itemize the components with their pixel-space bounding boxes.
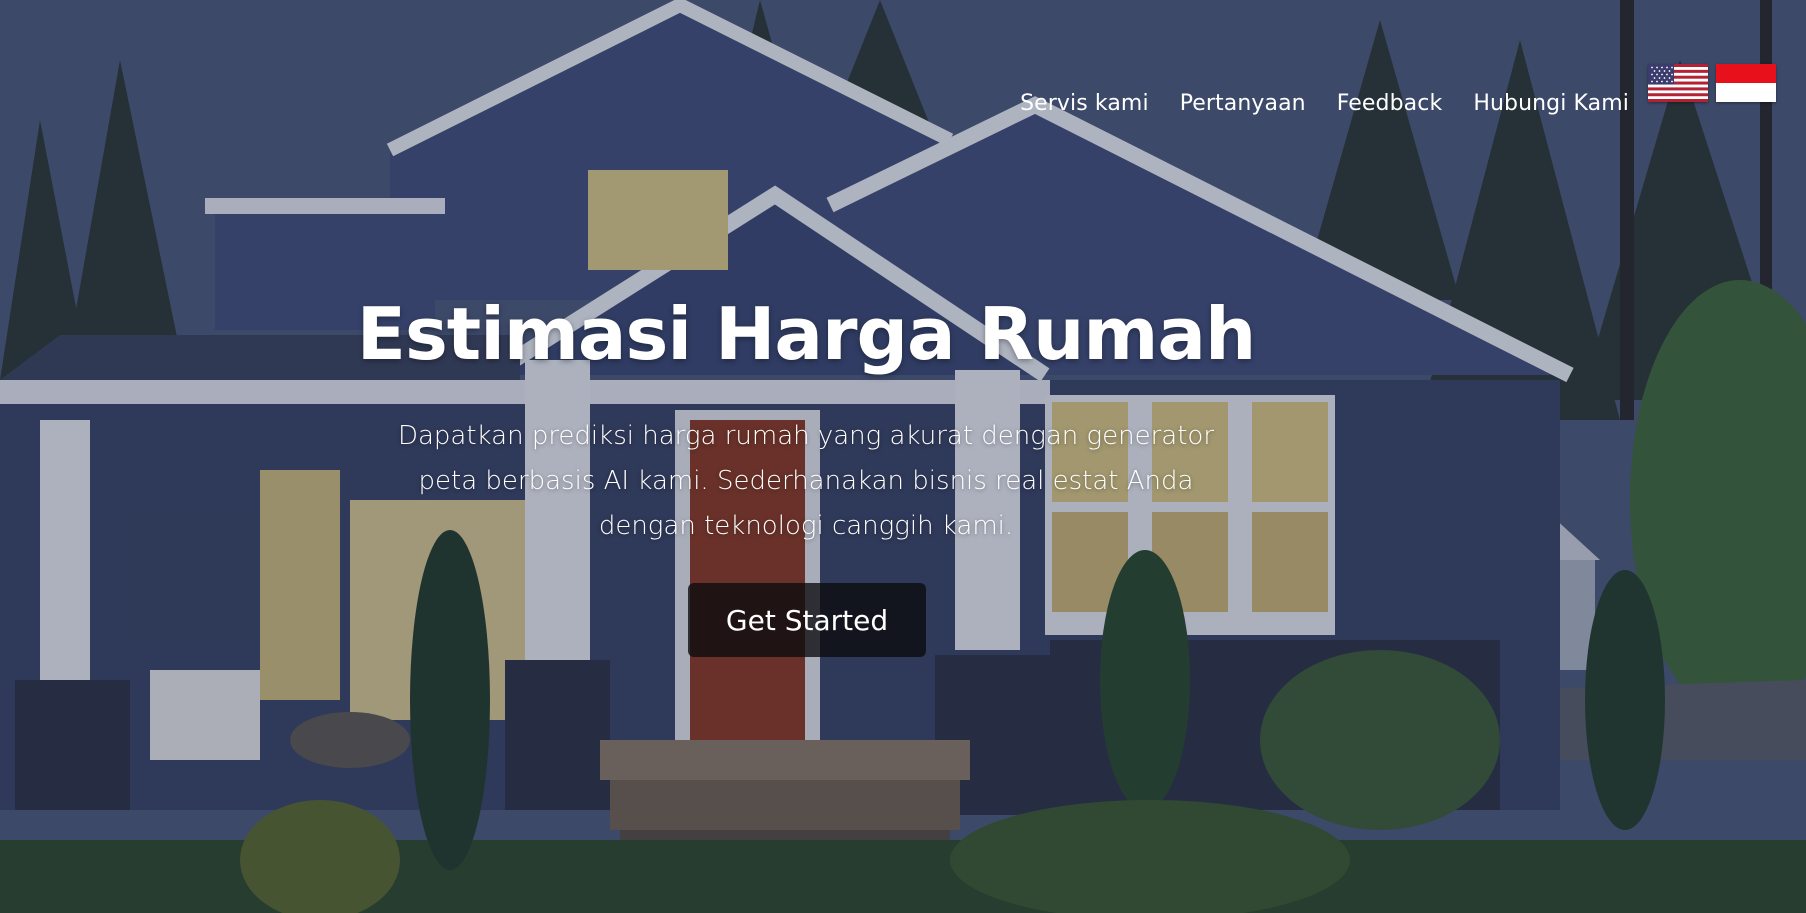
nav-link-servis-kami[interactable]: Servis kami xyxy=(1020,91,1149,116)
language-switcher xyxy=(1648,64,1776,102)
nav-link-pertanyaan[interactable]: Pertanyaan xyxy=(1180,91,1306,116)
top-navigation: Servis kami Pertanyaan Feedback Hubungi … xyxy=(1020,91,1629,116)
indonesia-flag-icon[interactable] xyxy=(1716,64,1776,102)
hero-section: Servis kami Pertanyaan Feedback Hubungi … xyxy=(0,0,1806,913)
get-started-button[interactable]: Get Started xyxy=(688,583,926,657)
hero-description: Dapatkan prediksi harga rumah yang akura… xyxy=(397,421,1215,541)
hero-title: Estimasi Harga Rumah xyxy=(356,292,1256,376)
nav-link-hubungi-kami[interactable]: Hubungi Kami xyxy=(1473,91,1629,116)
nav-link-feedback[interactable]: Feedback xyxy=(1337,91,1443,116)
us-flag-icon[interactable] xyxy=(1648,64,1708,102)
